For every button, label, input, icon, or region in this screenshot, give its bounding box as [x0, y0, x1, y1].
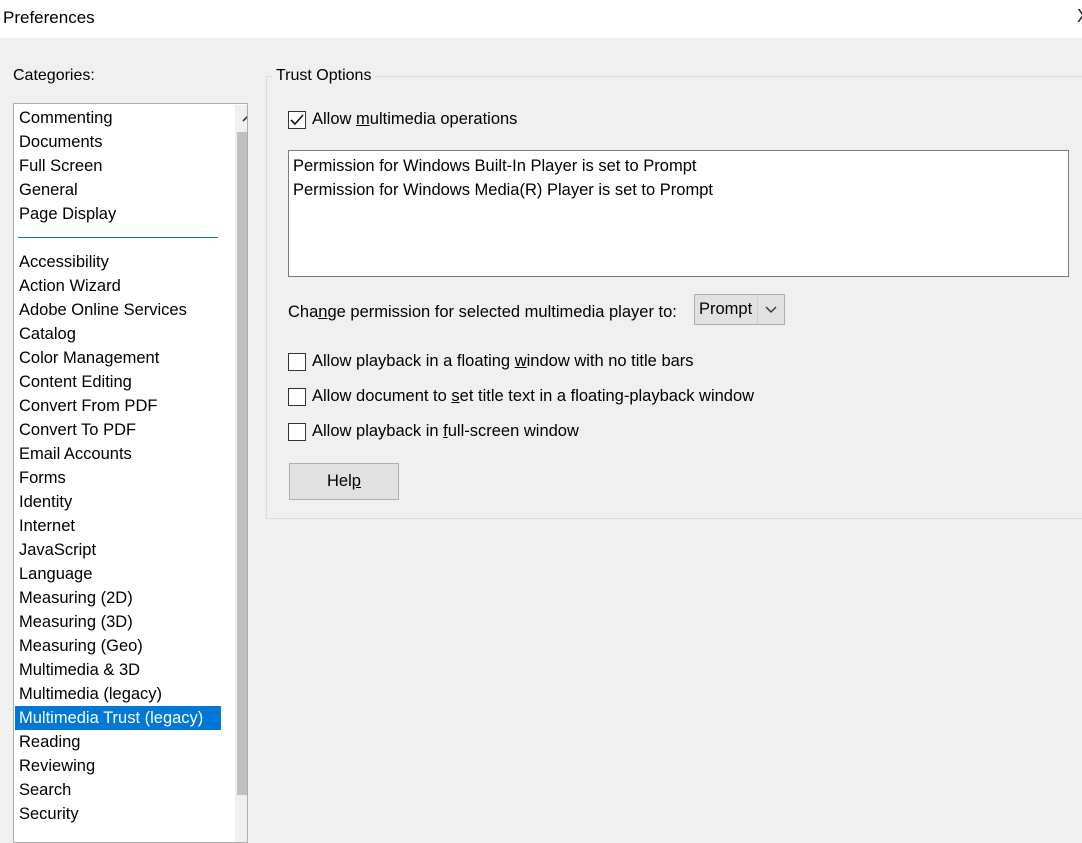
- categories-list[interactable]: Commenting Documents Full Screen General Pag…: [13, 103, 248, 843]
- set-title-text-checkbox[interactable]: [288, 387, 306, 406]
- category-item[interactable]: Multimedia (legacy): [15, 682, 221, 706]
- category-item[interactable]: Reviewing: [15, 754, 221, 778]
- category-item[interactable]: Internet: [15, 514, 221, 538]
- category-item[interactable]: JavaScript: [15, 538, 221, 562]
- trust-options-label: Trust Options: [272, 67, 376, 85]
- allow-multimedia-row[interactable]: Allow multimedia operations: [288, 110, 517, 129]
- category-item[interactable]: Convert From PDF: [15, 394, 221, 418]
- category-item[interactable]: Color Management: [15, 346, 221, 370]
- scroll-thumb[interactable]: [237, 132, 247, 795]
- category-item[interactable]: Measuring (2D): [15, 586, 221, 610]
- category-item[interactable]: Full Screen: [15, 154, 221, 178]
- title-bar: Preferences X: [0, 0, 1082, 38]
- category-item[interactable]: General: [15, 178, 221, 202]
- allow-multimedia-checkbox[interactable]: [288, 110, 306, 129]
- full-screen-label: Allow playback in full-screen window: [312, 422, 579, 440]
- scroll-up-button[interactable]: [235, 105, 247, 131]
- trust-options-group: [266, 76, 1082, 519]
- floating-no-title-row[interactable]: Allow playback in a floating window with…: [288, 352, 694, 371]
- permission-line[interactable]: Permission for Windows Media(R) Player i…: [293, 178, 1064, 202]
- category-item[interactable]: Documents: [15, 130, 221, 154]
- category-item[interactable]: Multimedia & 3D: [15, 658, 221, 682]
- permission-select[interactable]: Prompt: [694, 294, 785, 325]
- category-item[interactable]: Action Wizard: [15, 274, 221, 298]
- category-item-selected[interactable]: Multimedia Trust (legacy): [15, 706, 221, 730]
- category-item[interactable]: Forms: [15, 466, 221, 490]
- list-divider: [18, 237, 218, 238]
- category-item[interactable]: Accessibility: [15, 250, 221, 274]
- close-button[interactable]: X: [1077, 6, 1082, 27]
- category-item[interactable]: Convert To PDF: [15, 418, 221, 442]
- set-title-text-label: Allow document to set title text in a fl…: [312, 387, 755, 405]
- floating-no-title-label: Allow playback in a floating window with…: [312, 352, 694, 370]
- allow-multimedia-label: Allow multimedia operations: [312, 110, 518, 128]
- permission-select-value: Prompt: [699, 300, 753, 318]
- category-item[interactable]: Email Accounts: [15, 442, 221, 466]
- help-button[interactable]: Hel p: [289, 463, 399, 500]
- chevron-up-icon: [241, 115, 247, 122]
- category-item[interactable]: Security: [15, 802, 221, 826]
- category-item[interactable]: Content Editing: [15, 370, 221, 394]
- category-item[interactable]: Catalog: [15, 322, 221, 346]
- window-title: Preferences: [3, 8, 95, 27]
- permission-line[interactable]: Permission for Windows Built-In Player i…: [293, 154, 1064, 178]
- full-screen-checkbox[interactable]: [288, 422, 306, 441]
- category-item[interactable]: Reading: [15, 730, 221, 754]
- full-screen-row[interactable]: Allow playback in full-screen window: [288, 422, 579, 441]
- category-item[interactable]: Identity: [15, 490, 221, 514]
- category-item[interactable]: Measuring (Geo): [15, 634, 221, 658]
- category-item[interactable]: Adobe Online Services: [15, 298, 221, 322]
- checkmark-icon: [290, 113, 304, 125]
- category-item[interactable]: Page Display: [15, 202, 221, 226]
- categories-label: Categories:: [13, 67, 95, 84]
- category-item[interactable]: Measuring (3D): [15, 610, 221, 634]
- floating-no-title-checkbox[interactable]: [288, 352, 306, 371]
- category-item[interactable]: Commenting: [15, 106, 221, 130]
- category-item[interactable]: Search: [15, 778, 221, 802]
- change-permission-label: Change permission for selected multimedi…: [288, 303, 677, 321]
- vertical-scrollbar[interactable]: [235, 105, 247, 842]
- set-title-text-row[interactable]: Allow document to set title text in a fl…: [288, 387, 754, 406]
- player-permissions-list[interactable]: Permission for Windows Built-In Player i…: [288, 150, 1069, 277]
- category-item[interactable]: Language: [15, 562, 221, 586]
- chevron-down-icon: [757, 295, 784, 324]
